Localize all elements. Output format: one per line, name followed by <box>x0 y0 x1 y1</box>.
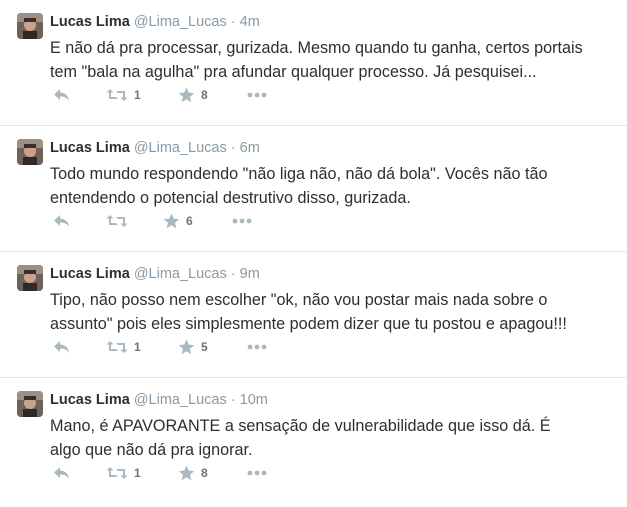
star-icon <box>178 465 195 481</box>
user-handle[interactable]: @Lima_Lucas <box>134 266 227 282</box>
star-icon <box>178 339 195 355</box>
more-dots-icon <box>232 218 252 224</box>
favorite-count: 5 <box>201 340 208 354</box>
avatar[interactable] <box>17 391 43 417</box>
reply-button[interactable] <box>53 464 70 482</box>
tweet[interactable]: Lucas Lima @Lima_Lucas · 10m Mano, é APA… <box>0 378 627 504</box>
tweet-text: E não dá pra processar, gurizada. Mesmo … <box>50 39 583 81</box>
tweet-header: Lucas Lima @Lima_Lucas · 9m <box>50 265 260 283</box>
favorite-button[interactable]: 8 <box>178 86 208 104</box>
favorite-button[interactable]: 5 <box>178 338 208 356</box>
avatar[interactable] <box>17 139 43 165</box>
more-button[interactable] <box>247 464 267 482</box>
retweet-icon <box>106 466 128 480</box>
tweet-timestamp[interactable]: 9m <box>240 266 260 282</box>
tweet-actions: 1 8 <box>50 464 350 482</box>
user-fullname[interactable]: Lucas Lima <box>50 392 130 408</box>
reply-icon <box>53 340 70 354</box>
tweet-header: Lucas Lima @Lima_Lucas · 6m <box>50 139 260 157</box>
more-button[interactable] <box>232 212 252 230</box>
tweet[interactable]: Lucas Lima @Lima_Lucas · 4m E não dá pra… <box>0 0 627 126</box>
user-fullname[interactable]: Lucas Lima <box>50 14 130 30</box>
user-handle[interactable]: @Lima_Lucas <box>134 14 227 30</box>
tweet-text: Todo mundo respondendo "não liga não, nã… <box>50 165 548 207</box>
favorite-count: 8 <box>201 466 208 480</box>
tweet[interactable]: Lucas Lima @Lima_Lucas · 9m Tipo, não po… <box>0 252 627 378</box>
retweet-count: 1 <box>134 88 141 102</box>
tweet-text: Mano, é APAVORANTE a sensação de vulnera… <box>50 417 551 459</box>
retweet-button[interactable] <box>106 212 134 230</box>
avatar[interactable] <box>17 13 43 39</box>
separator: · <box>230 266 236 282</box>
tweet-text: Tipo, não posso nem escolher "ok, não vo… <box>50 291 567 333</box>
more-dots-icon <box>247 344 267 350</box>
separator: · <box>230 392 236 408</box>
favorite-count: 6 <box>186 214 193 228</box>
user-handle[interactable]: @Lima_Lucas <box>134 392 227 408</box>
more-dots-icon <box>247 92 267 98</box>
retweet-button[interactable]: 1 <box>106 86 141 104</box>
more-button[interactable] <box>247 338 267 356</box>
tweet-actions: 1 5 <box>50 338 350 356</box>
tweet-timestamp[interactable]: 6m <box>240 140 260 156</box>
reply-icon <box>53 88 70 102</box>
favorite-count: 8 <box>201 88 208 102</box>
more-button[interactable] <box>247 86 267 104</box>
tweet-header: Lucas Lima @Lima_Lucas · 4m <box>50 13 260 31</box>
reply-icon <box>53 466 70 480</box>
reply-button[interactable] <box>53 338 70 356</box>
user-fullname[interactable]: Lucas Lima <box>50 266 130 282</box>
tweet-timestamp[interactable]: 4m <box>240 14 260 30</box>
user-fullname[interactable]: Lucas Lima <box>50 140 130 156</box>
reply-button[interactable] <box>53 212 70 230</box>
tweet-timestamp[interactable]: 10m <box>240 392 268 408</box>
reply-button[interactable] <box>53 86 70 104</box>
retweet-icon <box>106 340 128 354</box>
retweet-button[interactable]: 1 <box>106 464 141 482</box>
retweet-button[interactable]: 1 <box>106 338 141 356</box>
retweet-count: 1 <box>134 340 141 354</box>
more-dots-icon <box>247 470 267 476</box>
tweet-actions: 1 8 <box>50 86 350 104</box>
retweet-icon <box>106 88 128 102</box>
timeline: Lucas Lima @Lima_Lucas · 4m E não dá pra… <box>0 0 627 507</box>
tweet-actions: 6 <box>50 212 350 230</box>
star-icon <box>163 213 180 229</box>
favorite-button[interactable]: 6 <box>163 212 193 230</box>
avatar[interactable] <box>17 265 43 291</box>
reply-icon <box>53 214 70 228</box>
retweet-count: 1 <box>134 466 141 480</box>
star-icon <box>178 87 195 103</box>
separator: · <box>230 14 236 30</box>
retweet-icon <box>106 214 128 228</box>
tweet[interactable]: Lucas Lima @Lima_Lucas · 6m Todo mundo r… <box>0 126 627 252</box>
favorite-button[interactable]: 8 <box>178 464 208 482</box>
separator: · <box>230 140 236 156</box>
tweet-header: Lucas Lima @Lima_Lucas · 10m <box>50 391 268 409</box>
user-handle[interactable]: @Lima_Lucas <box>134 140 227 156</box>
